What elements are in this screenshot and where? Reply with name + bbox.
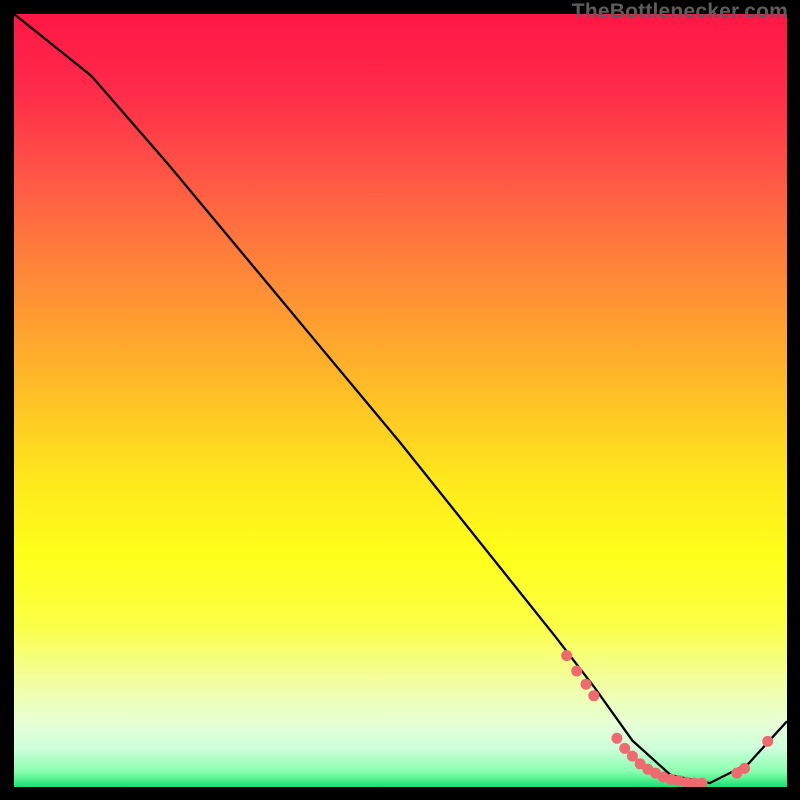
highlight-dots-group: [561, 650, 773, 787]
chart-plot-area: [14, 14, 787, 787]
bottleneck-curve: [14, 14, 787, 783]
highlight-dot: [561, 650, 572, 661]
highlight-dot: [697, 778, 708, 787]
curve-overlay: [14, 14, 787, 787]
highlight-dot: [571, 666, 582, 677]
highlight-dot: [739, 763, 750, 774]
highlight-dot: [611, 733, 622, 744]
highlight-dot: [588, 690, 599, 701]
highlight-dot: [581, 679, 592, 690]
highlight-dot: [762, 736, 773, 747]
watermark-text: TheBottlenecker.com: [572, 0, 788, 24]
